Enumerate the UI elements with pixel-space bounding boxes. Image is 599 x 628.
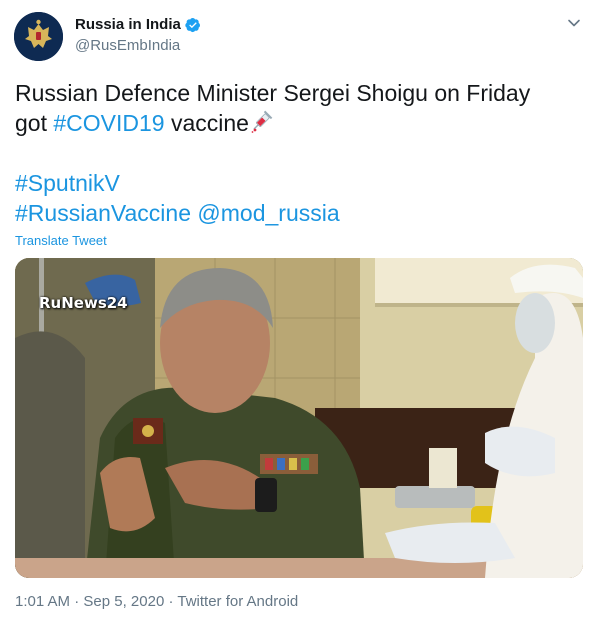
display-name[interactable]: Russia in India — [75, 16, 181, 33]
verified-badge-icon — [185, 17, 200, 32]
more-options-button[interactable] — [567, 16, 581, 30]
tweet-text-got: got — [15, 110, 54, 136]
meta-separator: · — [164, 593, 178, 610]
tweet-text-line-2: got #COVID19 vaccine — [15, 108, 585, 138]
meta-separator: · — [70, 593, 84, 610]
russian-coat-of-arms-icon — [14, 12, 63, 61]
tweet-text-line-1: Russian Defence Minister Sergei Shoigu o… — [15, 80, 531, 106]
account-handle[interactable]: @RusEmbIndia — [75, 37, 180, 54]
account-name-row: Russia in India — [75, 16, 201, 33]
tweet-metadata: 1:01 AM · Sep 5, 2020 · Twitter for Andr… — [15, 593, 298, 610]
syringe-icon — [251, 110, 273, 133]
mention-mod-russia[interactable]: @mod_russia — [197, 200, 339, 226]
tweet-card: Russia in India @RusEmbIndia Russian Def… — [0, 0, 599, 628]
tweet-text-line-3: #SputnikV — [15, 168, 585, 198]
media-watermark: RuNews24 — [39, 294, 128, 312]
chevron-down-icon — [568, 19, 580, 27]
tweet-text-vaccine: vaccine — [164, 110, 249, 136]
tweet-source: Twitter for Android — [177, 593, 299, 610]
translate-tweet-link[interactable]: Translate Tweet — [15, 233, 107, 248]
avatar[interactable] — [14, 12, 63, 61]
hashtag-russianvaccine[interactable]: #RussianVaccine — [15, 200, 191, 226]
tweet-media-image[interactable]: RuNews24 — [15, 258, 583, 578]
hashtag-sputnikv[interactable]: #SputnikV — [15, 170, 120, 196]
tweet-time[interactable]: 1:01 AM — [15, 593, 70, 610]
tweet-date[interactable]: Sep 5, 2020 — [83, 593, 164, 610]
hashtag-covid19[interactable]: #COVID19 — [53, 110, 164, 136]
tweet-text: Russian Defence Minister Sergei Shoigu o… — [15, 78, 585, 228]
tweet-text-line-4: #RussianVaccine @mod_russia — [15, 198, 585, 228]
